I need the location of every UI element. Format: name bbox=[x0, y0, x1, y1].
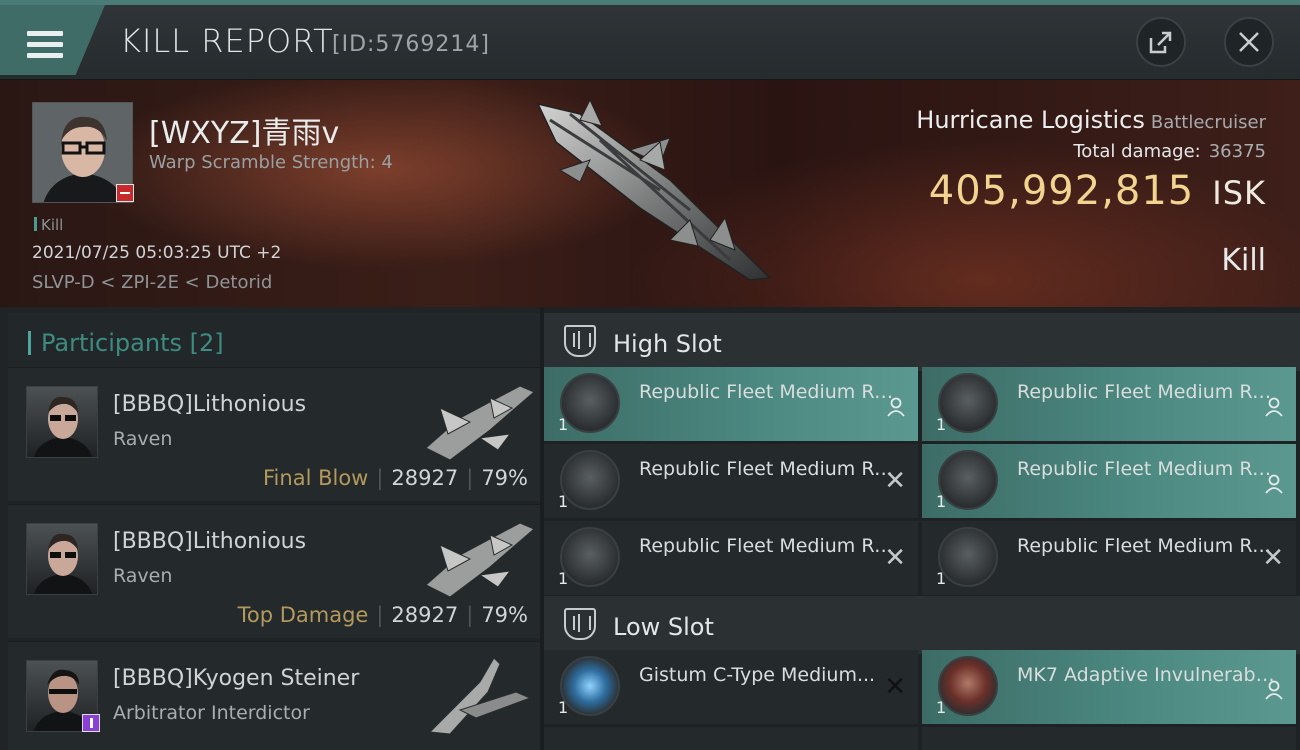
participant-ship-image bbox=[425, 522, 535, 598]
high-slot-title: High Slot bbox=[613, 330, 722, 358]
module-quantity: 1 bbox=[936, 415, 947, 434]
kill-result: Kill bbox=[1221, 243, 1266, 278]
alliance-badge bbox=[82, 714, 100, 732]
module-icon bbox=[938, 373, 998, 433]
module-icon bbox=[938, 656, 998, 716]
page-title: KILL REPORT bbox=[120, 22, 334, 60]
participant-name: [BBBQ]Lithonious bbox=[113, 392, 307, 417]
module-item[interactable]: 1 Republic Fleet Medium Rapi... bbox=[922, 367, 1296, 441]
participant-row[interactable]: [BBBQ]Lithonious Raven Final Blow | 28927 |… bbox=[8, 367, 540, 501]
victim-ship[interactable]: Hurricane Logistics Battlecruiser bbox=[916, 106, 1266, 134]
total-damage: Total damage: 36375 bbox=[1073, 141, 1266, 162]
module-item[interactable]: 1 Republic Fleet Medium Rapi... bbox=[544, 367, 918, 441]
participant-avatar[interactable] bbox=[26, 386, 98, 458]
victim-name[interactable]: [WXYZ]青雨v bbox=[149, 108, 339, 152]
module-item[interactable] bbox=[922, 727, 1296, 750]
participant-row[interactable]: [BBBQ]Kyogen Steiner Arbitrator Interdic… bbox=[8, 641, 540, 750]
module-icon bbox=[560, 450, 620, 510]
user-icon bbox=[1265, 474, 1283, 494]
participant-name: [BBBQ]Lithonious bbox=[113, 529, 307, 554]
share-button[interactable] bbox=[1136, 17, 1186, 67]
module-name: MK7 Adaptive Invulnerabili... bbox=[1017, 664, 1279, 686]
high-slot-icon bbox=[564, 325, 596, 357]
module-icon bbox=[938, 527, 998, 587]
participant-stats: Top Damage | 28927 | 79% bbox=[237, 603, 528, 627]
victim-subtitle: Warp Scramble Strength: 4 bbox=[149, 152, 393, 173]
menu-button[interactable] bbox=[0, 5, 105, 75]
user-icon bbox=[1265, 397, 1283, 417]
module-item[interactable]: 1 Gistum C-Type Medium... ✕ bbox=[544, 650, 918, 724]
share-icon bbox=[1149, 31, 1172, 54]
low-slot-header[interactable]: Low Slot bbox=[544, 596, 1300, 654]
module-item[interactable]: 1 Republic Fleet Medium Rapi... ✕ bbox=[922, 521, 1296, 595]
fitting-panel: High Slot 1 Republic Fleet Medium Rapi..… bbox=[544, 307, 1300, 750]
module-name: Republic Fleet Medium Rapi... bbox=[639, 458, 901, 480]
module-name: Republic Fleet Medium Rapi... bbox=[1017, 535, 1279, 557]
destroyed-x-icon: ✕ bbox=[1262, 543, 1284, 573]
participants-title: Participants [2] bbox=[41, 329, 224, 357]
module-icon bbox=[938, 450, 998, 510]
victim-banner: [WXYZ]青雨v Warp Scramble Strength: 4 Kill… bbox=[0, 80, 1300, 307]
module-name: Gistum C-Type Medium... bbox=[639, 664, 876, 686]
report-id: [ID:5769214] bbox=[332, 32, 490, 57]
module-item[interactable]: 1 Republic Fleet Medium Rapi... ✕ bbox=[544, 521, 918, 595]
module-name: Republic Fleet Medium Rapi... bbox=[639, 381, 901, 403]
close-icon bbox=[1239, 32, 1259, 52]
participant-ship: Raven bbox=[113, 428, 173, 450]
user-icon bbox=[887, 397, 905, 417]
module-quantity: 1 bbox=[558, 492, 569, 511]
victim-ship-image[interactable] bbox=[520, 90, 790, 290]
destroyed-x-icon: ✕ bbox=[884, 672, 906, 702]
security-status-badge bbox=[116, 184, 134, 202]
menu-icon bbox=[27, 31, 63, 59]
destroyed-x-icon: ✕ bbox=[884, 543, 906, 573]
participant-name: [BBBQ]Kyogen Steiner bbox=[113, 666, 360, 691]
high-slot-header[interactable]: High Slot bbox=[544, 313, 1300, 371]
isk-value: 405,992,815 ISK bbox=[928, 168, 1266, 214]
participant-ship-image bbox=[425, 385, 535, 461]
module-quantity: 1 bbox=[936, 698, 947, 717]
module-item[interactable] bbox=[544, 727, 918, 750]
participant-row[interactable]: [BBBQ]Lithonious Raven Top Damage | 28927 |… bbox=[8, 504, 540, 638]
module-item[interactable]: 1 MK7 Adaptive Invulnerabili... bbox=[922, 650, 1296, 724]
participants-header[interactable]: Participants [2] bbox=[8, 313, 540, 371]
module-name: Republic Fleet Medium Rapi... bbox=[1017, 381, 1279, 403]
participant-stats: Final Blow | 28927 | 79% bbox=[263, 466, 528, 490]
participant-ship: Arbitrator Interdictor bbox=[113, 702, 310, 724]
module-icon bbox=[560, 527, 620, 587]
module-quantity: 1 bbox=[936, 492, 947, 511]
title-bar: KILL REPORT [ID:5769214] bbox=[0, 0, 1300, 80]
module-icon bbox=[560, 373, 620, 433]
module-icon bbox=[560, 656, 620, 716]
kill-time: 2021/07/25 05:03:25 UTC +2 bbox=[32, 243, 282, 263]
user-icon bbox=[1265, 680, 1283, 700]
participant-ship: Raven bbox=[113, 565, 173, 587]
module-quantity: 1 bbox=[558, 569, 569, 588]
participant-avatar[interactable] bbox=[26, 523, 98, 595]
module-quantity: 1 bbox=[936, 569, 947, 588]
module-quantity: 1 bbox=[558, 415, 569, 434]
module-name: Republic Fleet Medium Rapi... bbox=[1017, 458, 1279, 480]
participant-ship-image bbox=[428, 657, 532, 735]
destroyed-x-icon: ✕ bbox=[884, 466, 906, 496]
module-name: Republic Fleet Medium Rapi... bbox=[639, 535, 901, 557]
low-slot-icon bbox=[564, 608, 596, 640]
module-item[interactable]: 1 Republic Fleet Medium Rapi... ✕ bbox=[544, 444, 918, 518]
kill-location[interactable]: SLVP-D < ZPI-2E < Detorid bbox=[32, 272, 272, 293]
module-item[interactable]: 1 Republic Fleet Medium Rapi... bbox=[922, 444, 1296, 518]
participants-panel: Participants [2] [BBBQ]Lithonious Raven … bbox=[0, 307, 540, 750]
kill-tag: Kill bbox=[34, 216, 63, 234]
low-slot-title: Low Slot bbox=[613, 613, 714, 641]
module-quantity: 1 bbox=[558, 698, 569, 717]
close-button[interactable] bbox=[1224, 17, 1274, 67]
